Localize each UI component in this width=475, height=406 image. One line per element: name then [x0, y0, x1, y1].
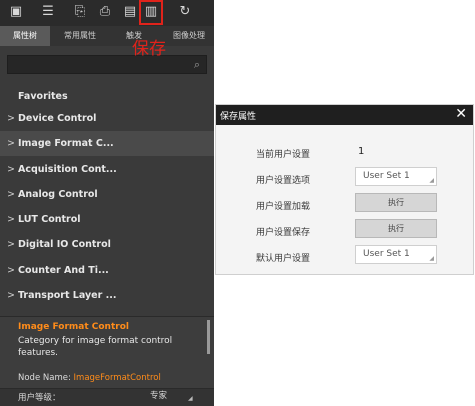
user-level-select[interactable]: 专家 — [150, 389, 167, 401]
chevron-right-icon: > — [7, 189, 15, 200]
user-setting-option-select[interactable]: User Set 1 ◢ — [355, 167, 437, 186]
default-user-setting-value: User Set 1 — [363, 249, 410, 259]
tab-image-processing[interactable]: 图像处理 — [166, 26, 212, 46]
chevron-right-icon: > — [7, 214, 15, 225]
description-title: Image Format Control — [18, 322, 129, 332]
chevron-right-icon: > — [7, 138, 15, 149]
user-level-bar: 用户等级： 专家 ◢ — [0, 388, 214, 406]
tree-item-digital-io-control[interactable]: > Digital IO Control — [0, 232, 214, 257]
tree-item-lut-control[interactable]: > LUT Control — [0, 207, 214, 232]
dropdown-corner-icon: ◢ — [188, 395, 193, 402]
current-user-setting-label: 当前用户设置 — [256, 150, 311, 160]
tree-item-device-control[interactable]: > Device Control — [0, 106, 214, 131]
description-text: Category for image format control featur… — [18, 336, 173, 358]
toolbar: ▣ ☰ ⎘ ⎙ ▤ ▥ ↻ — [0, 0, 214, 26]
user-setting-load-label: 用户设置加载 — [256, 202, 311, 212]
save-callout-label: 保存 — [132, 39, 166, 59]
tree-item-image-format-control[interactable]: > Image Format C... — [0, 131, 214, 156]
import-icon[interactable]: ⎘ — [72, 4, 88, 20]
tree-item-transport-layer[interactable]: > Transport Layer ... — [0, 283, 214, 308]
tree-item-analog-control[interactable]: > Analog Control — [0, 182, 214, 207]
user-setting-option-label: 用户设置选项 — [256, 176, 311, 186]
dialog-title: 保存属性 — [220, 112, 257, 122]
tree-item-label: Device Control — [18, 113, 97, 124]
tree-item-label: LUT Control — [18, 214, 81, 225]
dropdown-corner-icon: ◢ — [429, 177, 434, 184]
tree-item-label: Counter And Ti... — [18, 265, 109, 276]
default-user-setting-label: 默认用户设置 — [256, 254, 311, 264]
node-name-label: Node Name: — [18, 373, 74, 383]
save-properties-dialog: 保存属性 ✕ 当前用户设置 1 用户设置选项 User Set 1 ◢ 用户设置… — [215, 104, 474, 275]
chevron-right-icon: > — [7, 164, 15, 175]
user-setting-save-label: 用户设置保存 — [256, 228, 311, 238]
default-user-setting-select[interactable]: User Set 1 ◢ — [355, 245, 437, 264]
save-highlight-box — [139, 0, 163, 25]
tab-common-properties[interactable]: 常用属性 — [56, 26, 104, 46]
tab-bar: 属性树 常用属性 触发 图像处理 — [0, 26, 214, 46]
search-icon[interactable]: ⌕ — [194, 58, 200, 72]
chevron-right-icon: > — [7, 265, 15, 276]
refresh-icon[interactable]: ↻ — [177, 4, 193, 20]
dialog-header: 保存属性 ✕ — [216, 105, 473, 125]
tree-item-acquisition-control[interactable]: > Acquisition Cont... — [0, 157, 214, 182]
close-icon[interactable]: ✕ — [455, 106, 467, 122]
tree-item-label: Digital IO Control — [18, 239, 111, 250]
tree-item-label: Analog Control — [18, 189, 98, 200]
search-input[interactable]: ⌕ — [7, 55, 207, 74]
feature-tree-panel: ▣ ☰ ⎘ ⎙ ▤ ▥ ↻ 属性树 常用属性 触发 图像处理 ⌕ Favorit… — [0, 0, 214, 406]
node-name-value: ImageFormatControl — [73, 373, 161, 383]
list-icon[interactable]: ☰ — [40, 4, 56, 20]
tree-item-label: Image Format C... — [18, 138, 114, 149]
user-setting-option-value: User Set 1 — [363, 171, 410, 181]
current-user-setting-value: 1 — [358, 146, 365, 157]
chevron-right-icon: > — [7, 113, 15, 124]
tree-item-label: Acquisition Cont... — [18, 164, 117, 175]
dropdown-corner-icon: ◢ — [429, 255, 434, 262]
node-name: Node Name: ImageFormatControl — [18, 373, 161, 383]
scrollbar[interactable] — [207, 320, 210, 354]
chevron-right-icon: > — [7, 239, 15, 250]
file-icon[interactable]: ▤ — [122, 4, 138, 20]
tab-property-tree[interactable]: 属性树 — [0, 26, 50, 46]
panel-icon[interactable]: ▣ — [8, 4, 24, 20]
tree-item-counter-and-timer[interactable]: > Counter And Ti... — [0, 258, 214, 283]
save-execute-button[interactable]: 执行 — [355, 219, 437, 238]
chevron-right-icon: > — [7, 290, 15, 301]
tree-item-label: Transport Layer ... — [18, 290, 117, 301]
export-icon[interactable]: ⎙ — [97, 4, 113, 20]
load-execute-button[interactable]: 执行 — [355, 193, 437, 212]
user-level-label: 用户等级： — [18, 393, 61, 403]
